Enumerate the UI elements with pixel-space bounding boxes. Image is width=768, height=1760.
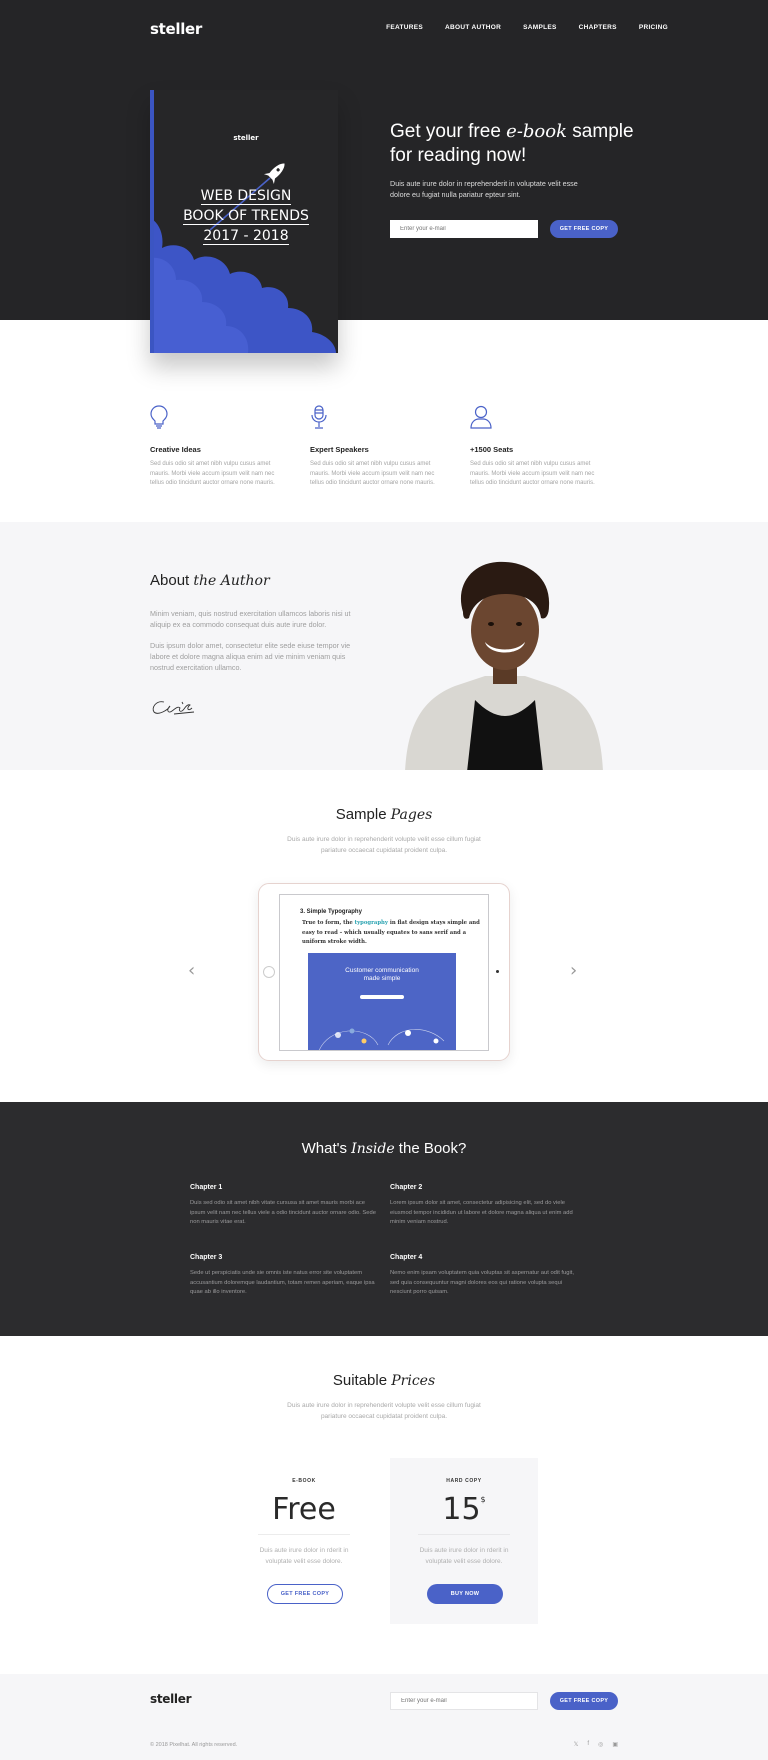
author-photo — [405, 561, 603, 770]
mock-heading: Customer communication made simple — [345, 967, 419, 982]
chapter-1: Chapter 1 Duis sed odio sit amet nibh vit… — [190, 1184, 376, 1226]
samples-text: Duis aute irure dolor in reprehenderit v… — [287, 836, 481, 854]
facebook-icon[interactable]: f — [587, 1741, 589, 1748]
hero-cta-button[interactable]: GET FREE COPY — [550, 220, 618, 238]
feature-creative-ideas: Creative Ideas Sed duis odio sit amet ni… — [150, 405, 290, 489]
samples-title: Sample Pages — [335, 806, 433, 823]
about-section: About the Author Minim veniam, quis nost… — [0, 522, 768, 770]
chapter-4: Chapter 4 Nemo enim ipsam voluptatem quia… — [390, 1254, 574, 1296]
feature-text: Sed duis odio sit amet nibh vulpu cusus … — [470, 461, 595, 486]
signature-image — [152, 701, 195, 715]
carousel-prev-button[interactable]: ‹ — [188, 960, 195, 981]
copyright-text: © 2018 Pixelhat. All rights reserved. — [150, 1742, 238, 1748]
feature-title: +1500 Seats — [470, 445, 514, 454]
tablet-home-button — [263, 966, 275, 978]
chapters-title: What's Inside the Book? — [301, 1140, 467, 1157]
feature-title: Expert Speakers — [310, 445, 369, 454]
instagram-icon[interactable]: ▣ — [612, 1741, 618, 1748]
dribbble-icon[interactable]: ◎ — [598, 1741, 603, 1748]
price-card-hardcopy: HARD COPY 15$ Duis aute irure dolor in r… — [390, 1458, 538, 1624]
plan-label: HARD COPY — [446, 1478, 482, 1484]
plan-text: Duis aute irure dolor in rderit in volup… — [259, 1547, 349, 1565]
plan-label: E-BOOK — [292, 1478, 316, 1484]
book-logo: steller — [233, 134, 259, 142]
prices-title: Suitable Prices — [332, 1372, 436, 1389]
footer: steller GET FREE COPY © 2018 Pixelhat. A… — [0, 1674, 768, 1760]
nav-samples[interactable]: SAMPLES — [523, 24, 557, 31]
hero-text: Duis aute irure dolor in reprehenderit i… — [390, 179, 578, 199]
footer-logo[interactable]: steller — [150, 1692, 192, 1706]
prices-text: Duis aute irure dolor in reprehenderit v… — [287, 1402, 481, 1420]
brand-logo[interactable]: steller — [150, 20, 202, 38]
hero-title: Get your free e-book sample for reading … — [390, 121, 634, 166]
chapters-section: What's Inside the Book? Chapter 1 Duis se… — [0, 1102, 768, 1336]
nav-chapters[interactable]: CHAPTERS — [579, 24, 617, 31]
about-paragraph-1: Minim veniam, quis nostrud exercitation … — [150, 609, 351, 629]
plan-price: 15$ — [442, 1492, 486, 1527]
doc-heading: 3. Simple Typography — [300, 909, 362, 915]
price-card-ebook: E-BOOK Free Duis aute irure dolor in rde… — [230, 1458, 378, 1624]
buy-now-button[interactable]: BUY NOW — [427, 1584, 503, 1604]
plan-text: Duis aute irure dolor in rderit in volup… — [419, 1547, 509, 1565]
nav-about-author[interactable]: ABOUT AUTHOR — [445, 24, 501, 31]
twitter-icon[interactable]: 𝕏 — [574, 1741, 579, 1748]
mock-website: Customer communication made simple — [308, 953, 456, 1050]
feature-text: Sed duis odio sit amet nibh vulpu cusus … — [310, 461, 435, 486]
footer-email-input[interactable] — [390, 1692, 538, 1710]
microphone-icon — [311, 405, 327, 429]
book-title-line1: WEB DESIGN — [200, 188, 292, 205]
nav-pricing[interactable]: PRICING — [639, 24, 668, 31]
chapter-3: Chapter 3 Sede ut perspiciatis unde sie o… — [190, 1254, 375, 1296]
about-title: About the Author — [150, 572, 270, 589]
doc-text: True to form, the typography in flat des… — [302, 920, 480, 945]
chapter-2: Chapter 2 Lorem ipsum dolor sit amet, con… — [390, 1184, 573, 1226]
clouds-illustration — [154, 220, 336, 353]
book-cover: steller WEB DESIGN BOOK OF TRENDS 2017 -… — [150, 90, 338, 353]
tablet-preview: 3. Simple Typography True to form, the t… — [258, 883, 510, 1061]
feature-seats: +1500 Seats Sed duis odio sit amet nibh … — [470, 405, 610, 489]
main-nav: FEATURES ABOUT AUTHOR SAMPLES CHAPTERS P… — [386, 24, 668, 31]
about-paragraph-2: Duis ipsum dolor amet, consectetur elite… — [150, 641, 351, 672]
user-icon — [470, 405, 492, 429]
social-links: 𝕏 f ◎ ▣ — [574, 1741, 618, 1748]
feature-title: Creative Ideas — [150, 445, 201, 454]
hero-section: steller FEATURES ABOUT AUTHOR SAMPLES CH… — [0, 0, 768, 320]
tablet-camera — [496, 970, 499, 973]
lightbulb-icon — [150, 405, 168, 429]
tablet-screen: 3. Simple Typography True to form, the t… — [279, 894, 489, 1051]
hero-email-input[interactable] — [390, 220, 538, 238]
feature-text: Sed duis odio sit amet nibh vulpu cusus … — [150, 461, 275, 486]
plan-price: Free — [272, 1492, 336, 1527]
nav-features[interactable]: FEATURES — [386, 24, 423, 31]
get-free-copy-button[interactable]: GET FREE COPY — [267, 1584, 343, 1604]
carousel-next-button[interactable]: › — [570, 960, 577, 981]
feature-expert-speakers: Expert Speakers Sed duis odio sit amet n… — [310, 405, 450, 489]
footer-cta-button[interactable]: GET FREE COPY — [550, 1692, 618, 1710]
